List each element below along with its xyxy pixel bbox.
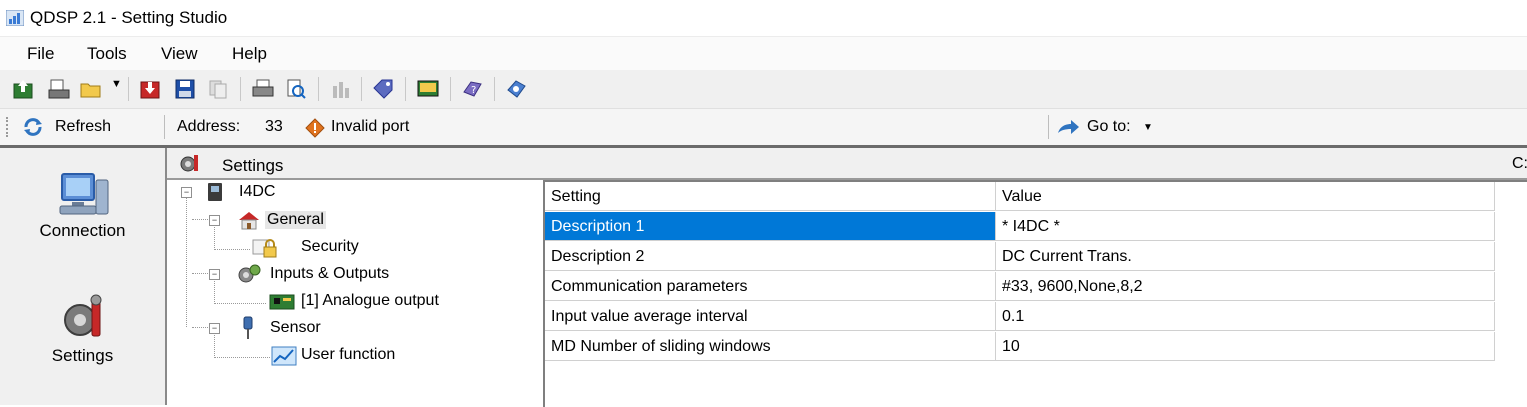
toolbar: ▼ ? <box>0 70 1527 109</box>
column-header-setting[interactable]: Setting <box>545 182 996 211</box>
collapse-toggle[interactable]: − <box>209 323 220 334</box>
grid-cell-value[interactable]: #33, 9600,None,8,2 <box>996 272 1495 301</box>
collapse-toggle[interactable]: − <box>209 215 220 226</box>
tree-line <box>186 197 187 327</box>
gear-icon <box>238 264 261 283</box>
column-header-value[interactable]: Value <box>996 182 1495 211</box>
menu-bar: File Tools View Help <box>0 36 1527 71</box>
toolbar-separator <box>240 77 241 101</box>
graph-icon <box>271 346 297 366</box>
tree-node-general[interactable]: General <box>265 211 326 229</box>
device-icon <box>208 183 222 201</box>
tree-node-i4dc[interactable]: I4DC <box>239 183 275 201</box>
refresh-icon <box>24 118 42 136</box>
goto-arrow-icon <box>1058 120 1079 134</box>
help-icon[interactable]: ? <box>461 78 483 100</box>
tree-line <box>214 357 270 358</box>
nav-settings-label: Settings <box>51 346 114 365</box>
sensor-icon <box>243 316 253 339</box>
grid-cell-setting[interactable]: Description 2 <box>545 242 996 271</box>
toolbar-separator <box>450 77 451 101</box>
copy-icon[interactable] <box>207 78 229 100</box>
tree-line <box>192 273 208 274</box>
grip-handle[interactable] <box>6 117 10 137</box>
lock-icon <box>252 239 277 258</box>
refresh-button[interactable]: Refresh <box>55 118 111 136</box>
collapse-toggle[interactable]: − <box>209 269 220 280</box>
tree-node-sensor[interactable]: Sensor <box>270 319 321 337</box>
address-bar: Refresh Address: 33 Invalid port Go to: … <box>0 109 1527 146</box>
computer-icon <box>59 173 109 215</box>
settings-grid: Setting Value Description 1 * I4DC * Descrip… <box>543 180 1527 407</box>
collapse-toggle[interactable]: − <box>181 187 192 198</box>
goto-dropdown[interactable]: Go to: <box>1087 118 1131 136</box>
grid-cell-value[interactable]: * I4DC * <box>996 212 1495 241</box>
status-text: Invalid port <box>331 118 410 135</box>
settings-help-icon[interactable] <box>505 78 527 100</box>
settings-header-icon <box>180 155 198 172</box>
tag-icon[interactable] <box>372 78 394 100</box>
settings-table: Setting Value Description 1 * I4DC * Descrip… <box>545 182 1497 362</box>
grid-cell-value[interactable]: 0.1 <box>996 302 1495 331</box>
tree-line <box>214 225 215 250</box>
house-icon <box>239 212 259 230</box>
monitor-icon[interactable] <box>417 78 439 100</box>
toolbar-separator <box>318 77 319 101</box>
settings-header: C: <box>167 148 1527 180</box>
title-bar: QDSP 2.1 - Setting Studio <box>0 0 1527 36</box>
nav-connection-label: Connection <box>39 221 126 240</box>
svg-text:?: ? <box>471 85 476 96</box>
address-value[interactable]: 33 <box>265 118 283 136</box>
print-preview-icon[interactable] <box>285 78 307 100</box>
tree-node-inputs-outputs[interactable]: Inputs & Outputs <box>270 265 389 283</box>
toolbar-separator <box>361 77 362 101</box>
save-icon[interactable] <box>174 78 196 100</box>
toolbar-separator <box>128 77 129 101</box>
window-title: QDSP 2.1 - Setting Studio <box>30 8 228 27</box>
menu-tools[interactable]: Tools <box>87 44 127 64</box>
chevron-down-icon[interactable]: ▼ <box>1143 122 1153 133</box>
tree-node-user-function[interactable]: User function <box>301 346 395 364</box>
chevron-down-icon[interactable]: ▼ <box>111 78 122 90</box>
board-icon <box>269 294 295 310</box>
download-icon[interactable] <box>139 78 161 100</box>
menu-view[interactable]: View <box>161 44 198 64</box>
grid-cell-setting[interactable]: Description 1 <box>545 212 996 241</box>
settings-panel-title: Settings <box>222 156 284 175</box>
app-icon <box>6 10 24 26</box>
toolbar-separator <box>494 77 495 101</box>
open-folder-icon[interactable] <box>80 78 102 100</box>
print-device-icon[interactable] <box>48 78 70 100</box>
tree-node-security[interactable]: Security <box>301 238 359 256</box>
address-label: Address: <box>177 118 241 135</box>
toolbar-separator <box>1048 115 1049 139</box>
tree-line <box>214 303 266 304</box>
tree-line <box>214 333 215 358</box>
grid-cell-setting[interactable]: Input value average interval <box>545 302 996 331</box>
grid-cell-value[interactable]: 10 <box>996 332 1495 361</box>
upload-icon[interactable] <box>12 78 34 100</box>
left-nav: Connection Settings <box>0 148 167 405</box>
tree-line <box>214 279 215 304</box>
tree-node-analogue-output[interactable]: [1] Analogue output <box>301 292 439 310</box>
tree-line <box>192 327 208 328</box>
toolbar-separator <box>164 115 165 139</box>
settings-tree: − I4DC − General Security − Inputs & Out… <box>167 180 543 405</box>
grid-cell-setting[interactable]: MD Number of sliding windows <box>545 332 996 361</box>
tree-line <box>214 249 250 250</box>
settings-gear-icon <box>64 294 102 337</box>
grid-cell-value[interactable]: DC Current Trans. <box>996 242 1495 271</box>
print-icon[interactable] <box>252 78 274 100</box>
menu-file[interactable]: File <box>27 44 54 64</box>
grid-cell-setting[interactable]: Communication parameters <box>545 272 996 301</box>
tree-line <box>192 219 208 220</box>
toolbar-separator <box>405 77 406 101</box>
clipped-label: C: <box>1512 155 1527 172</box>
menu-help[interactable]: Help <box>232 44 267 64</box>
warning-icon <box>305 118 325 138</box>
bar-chart-icon[interactable] <box>330 78 352 100</box>
